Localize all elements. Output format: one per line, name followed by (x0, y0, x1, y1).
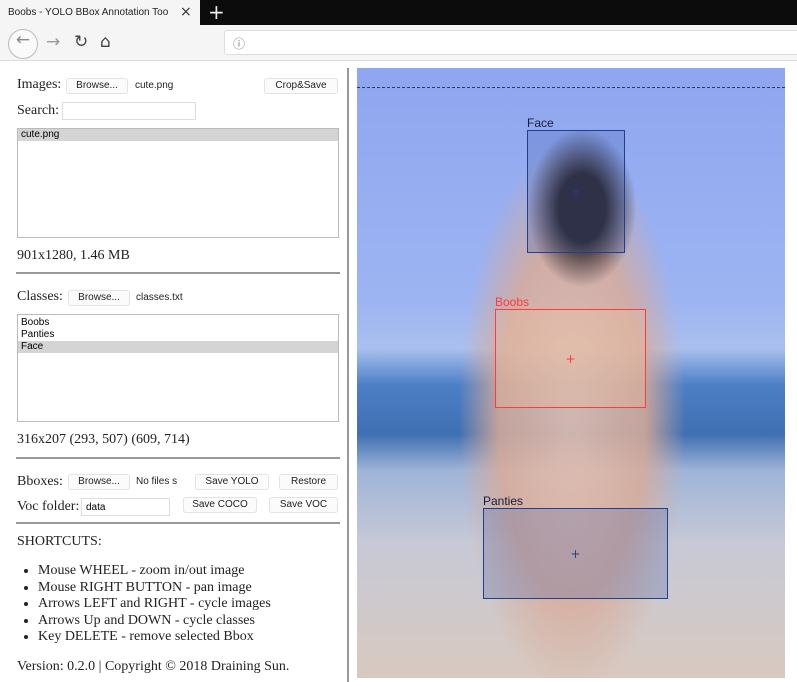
forward-arrow-icon[interactable]: → (46, 32, 60, 52)
bbox-label: Panties (483, 494, 524, 508)
classes-label: Classes: (17, 289, 63, 304)
bbox-label: Face (527, 116, 554, 130)
image-canvas[interactable]: Face + Boobs + Panties + (357, 68, 785, 678)
divider (16, 457, 340, 459)
back-arrow-icon[interactable]: ← (8, 29, 38, 59)
divider (16, 522, 340, 524)
voc-folder-input[interactable] (81, 498, 170, 516)
images-label: Images: (17, 77, 62, 92)
shortcut-item: Key DELETE - remove selected Bbox (38, 629, 271, 646)
reload-icon[interactable]: ↻ (74, 32, 88, 52)
crop-save-button[interactable]: Crop&Save (264, 78, 338, 94)
bbox-boobs[interactable]: Boobs + (495, 295, 646, 408)
search-input[interactable] (62, 102, 196, 120)
bbox-panties[interactable]: Panties + (483, 494, 668, 599)
tab-title: Boobs - YOLO BBox Annotation Too (8, 7, 169, 18)
shortcut-item: Arrows Up and DOWN - cycle classes (38, 613, 271, 630)
search-label: Search: (17, 103, 59, 118)
shortcut-item: Mouse WHEEL - zoom in/out image (38, 563, 271, 580)
footer-version: Version: 0.2.0 | Copyright © 2018 Draini… (17, 659, 290, 674)
bbox-label: Boobs (495, 295, 530, 309)
home-icon[interactable]: ⌂ (100, 32, 111, 52)
shortcut-item: Arrows LEFT and RIGHT - cycle images (38, 596, 271, 613)
classes-file-name: classes.txt (136, 292, 183, 303)
list-item[interactable]: Face (18, 341, 338, 353)
info-icon: ⓘ (233, 37, 246, 51)
divider (16, 272, 340, 274)
shortcuts-list: Mouse WHEEL - zoom in/out image Mouse RI… (0, 563, 271, 646)
list-item[interactable]: Panties (18, 329, 338, 341)
voc-folder-label: Voc folder: (17, 499, 80, 514)
bbox-face[interactable]: Face + (527, 116, 625, 253)
center-cross-icon: + (570, 546, 581, 561)
images-list[interactable]: cute.png (17, 128, 339, 238)
bboxes-file-name: No files s (136, 476, 178, 487)
browser-tab[interactable]: Boobs - YOLO BBox Annotation Too (0, 0, 200, 25)
bboxes-label: Bboxes: (17, 474, 63, 489)
bboxes-browse-button[interactable]: Browse... (68, 474, 130, 490)
shortcut-item: Mouse RIGHT BUTTON - pan image (38, 580, 271, 597)
panel-divider (347, 68, 349, 682)
image-info: 901x1280, 1.46 MB (17, 248, 130, 263)
restore-button[interactable]: Restore (279, 474, 338, 490)
save-coco-button[interactable]: Save COCO (183, 497, 257, 513)
list-item[interactable]: Boobs (18, 317, 338, 329)
bbox-info: 316x207 (293, 507) (609, 714) (17, 432, 190, 447)
crop-guide-line (357, 87, 785, 88)
classes-list[interactable]: Boobs Panties Face (17, 314, 339, 422)
images-browse-button[interactable]: Browse... (66, 78, 128, 94)
center-cross-icon: + (565, 351, 576, 366)
url-bar[interactable]: ⓘ (224, 30, 797, 55)
images-file-name: cute.png (135, 80, 174, 91)
save-voc-button[interactable]: Save VOC (269, 497, 338, 513)
new-tab-icon[interactable]: + (208, 0, 225, 24)
list-item[interactable]: cute.png (18, 129, 338, 141)
close-tab-icon[interactable]: × (180, 4, 192, 20)
classes-browse-button[interactable]: Browse... (68, 290, 130, 306)
center-cross-icon: + (570, 184, 582, 199)
shortcuts-title: SHORTCUTS: (17, 534, 102, 549)
save-yolo-button[interactable]: Save YOLO (195, 474, 269, 490)
